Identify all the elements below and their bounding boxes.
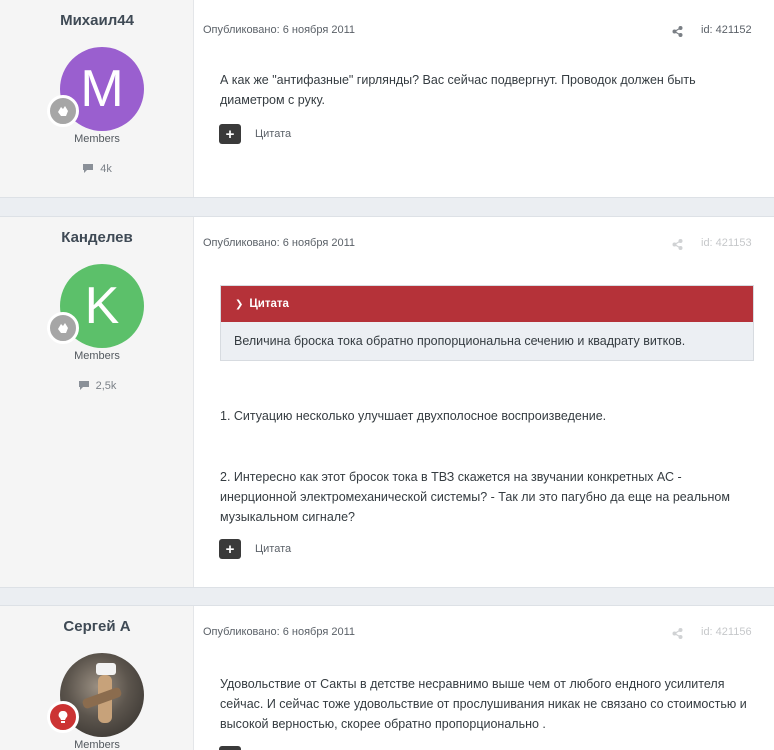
post-date: Опубликовано: 6 ноября 2011 (203, 626, 355, 638)
quote-block: ❯ Цитата Величина броска тока обратно пр… (220, 285, 754, 361)
post-count: 4k (0, 163, 194, 175)
post-count: 2,5k (0, 380, 194, 392)
rank-badge-icon (47, 95, 79, 127)
post-content: 2. Интересно как этот бросок тока в ТВЗ … (220, 467, 760, 527)
share-icon[interactable] (672, 24, 683, 42)
avatar-letter: M (80, 60, 124, 118)
member-role: Members (74, 739, 120, 750)
quote-header-label: Цитата (249, 298, 289, 310)
post-content: А как же "антифазные" гирлянды? Вас сейч… (220, 70, 760, 110)
post-id-link[interactable]: id: 421156 (701, 626, 752, 638)
post-id-link[interactable]: id: 421152 (701, 24, 752, 36)
share-icon[interactable] (672, 237, 683, 255)
quote-header[interactable]: ❯ Цитата (221, 286, 753, 322)
share-icon[interactable] (672, 626, 683, 644)
multiquote-plus-button[interactable]: + (219, 539, 241, 559)
author-name[interactable]: Сергей А (0, 618, 194, 635)
post-paragraph: 1. Ситуацию несколько улучшает двухполос… (220, 409, 607, 423)
post-paragraph: 2. Интересно как этот бросок тока в ТВЗ … (220, 470, 730, 524)
quote-button[interactable]: Цитата (255, 543, 291, 555)
multiquote-plus-button[interactable]: + (219, 746, 241, 750)
post-id-link[interactable]: id: 421153 (701, 237, 752, 249)
comment-icon (78, 381, 89, 390)
member-role: Members (74, 133, 120, 145)
post-content: Удовольствие от Сакты в детстве несравни… (220, 674, 760, 734)
post-actions: + Цитата (219, 124, 291, 144)
post-date: Опубликовано: 6 ноября 2011 (203, 237, 355, 249)
author-name[interactable]: Михаил44 (0, 12, 194, 29)
comment-icon (83, 164, 94, 173)
rank-badge-icon (47, 312, 79, 344)
post-count-value: 4k (100, 163, 112, 175)
post-paragraph: А как же "антифазные" гирлянды? Вас сейч… (220, 73, 696, 107)
author-name[interactable]: Канделев (0, 229, 194, 246)
post-421153: Канделев K Members 2,5k Опубликовано: 6 … (0, 216, 774, 588)
post-count-value: 2,5k (95, 380, 117, 392)
author-panel: Канделев K Members 2,5k (0, 217, 194, 587)
post-421156: Сергей А Members Опубликовано: 6 ноября … (0, 605, 774, 750)
avatar-letter: K (84, 277, 120, 335)
multiquote-plus-button[interactable]: + (219, 124, 241, 144)
author-panel: Михаил44 M Members 4k (0, 0, 194, 197)
post-date: Опубликовано: 6 ноября 2011 (203, 24, 355, 36)
quote-button[interactable]: Цитата (255, 128, 291, 140)
post-actions: + Цитата (219, 539, 291, 559)
author-panel: Сергей А Members (0, 606, 194, 750)
chevron-down-icon: ❯ (235, 298, 244, 310)
post-actions: + (219, 746, 241, 750)
post-421152: Михаил44 M Members 4k Опубликовано: 6 но… (0, 0, 774, 198)
member-role: Members (74, 350, 120, 362)
quote-text: Величина броска тока обратно пропорциона… (234, 334, 686, 348)
post-content: 1. Ситуацию несколько улучшает двухполос… (220, 406, 760, 426)
post-paragraph: Удовольствие от Сакты в детстве несравни… (220, 677, 747, 731)
rank-badge-icon (47, 701, 79, 733)
